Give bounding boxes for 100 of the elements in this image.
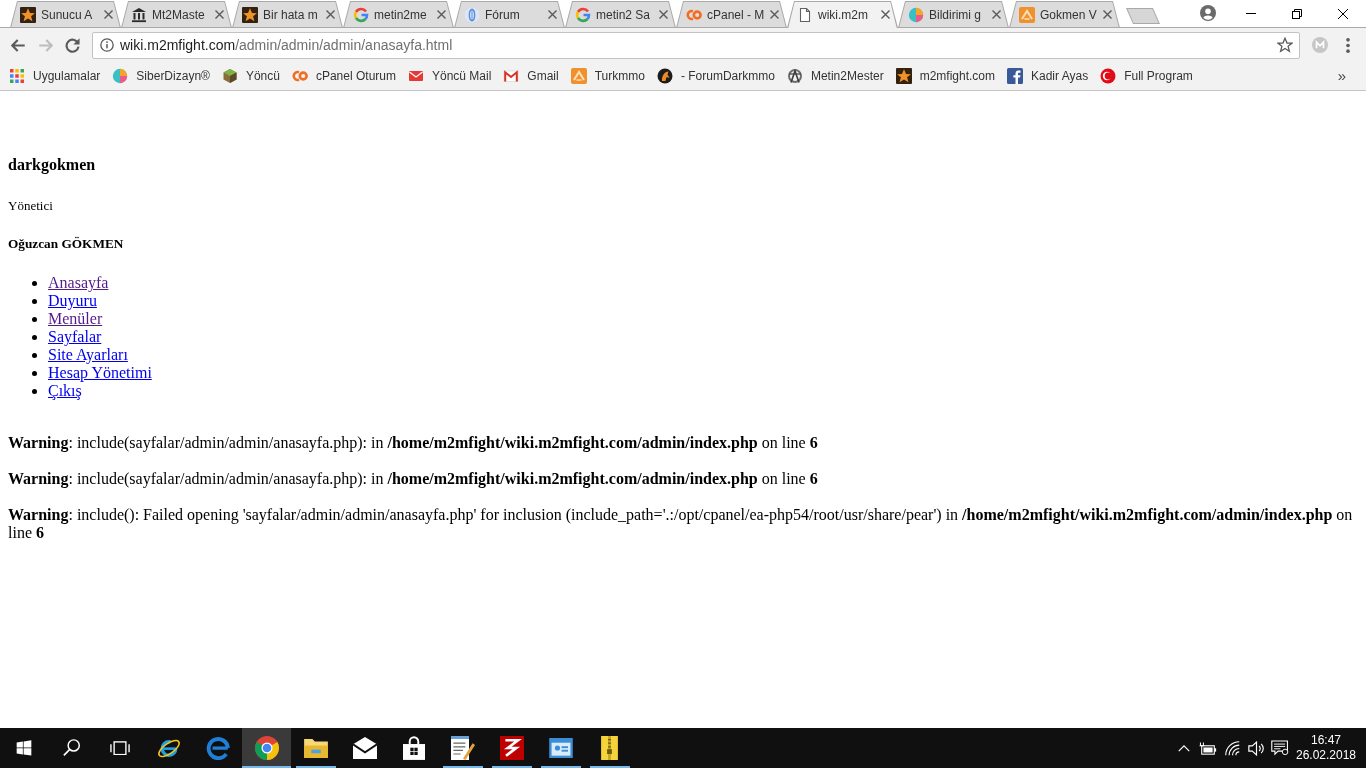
warning-message: Warning: include(sayfalar/admin/admin/anasayfa.php): in /home/m2mfight/wiki.m2mfight.com/admin/index.php on line 6: [8, 434, 819, 452]
info-icon[interactable]: [100, 38, 114, 52]
window-app-icon: [548, 738, 573, 758]
close-icon[interactable]: [770, 10, 779, 19]
close-icon[interactable]: [1103, 10, 1112, 19]
address-bar[interactable]: wiki.m2mfight.com/admin/admin/admin/anasayfa.html: [92, 31, 1300, 59]
star-icon: [20, 6, 36, 23]
restore-icon: [1292, 8, 1302, 19]
nav-link[interactable]: Site Ayarları: [48, 346, 128, 364]
browser-tab[interactable]: metin2 Sa: [565, 1, 676, 28]
close-icon[interactable]: [548, 10, 557, 19]
close-icon[interactable]: [881, 10, 890, 19]
shopping-bag-icon: [402, 736, 425, 760]
emblem-icon: [786, 68, 803, 84]
browser-tab[interactable]: Fórum: [454, 1, 565, 28]
round-logo-icon: [656, 68, 673, 84]
nav-link[interactable]: Sayfalar: [48, 328, 102, 346]
circle-logo-icon: [908, 6, 924, 23]
windows-logo-icon: [16, 740, 32, 756]
chevron-up-icon[interactable]: [1178, 744, 1190, 752]
bullet-icon: [32, 298, 37, 304]
bullet-icon: [32, 280, 37, 286]
bookmark-item[interactable]: Yöncü Mail: [402, 64, 498, 88]
browser-tab[interactable]: Mt2Maste: [121, 1, 232, 28]
taskbar-app-button[interactable]: [242, 728, 291, 768]
browser-tab[interactable]: metin2me: [343, 1, 454, 28]
document-icon: [797, 6, 813, 23]
star-icon: [895, 68, 912, 84]
browser-tab[interactable]: cPanel - M: [676, 1, 787, 28]
bookmark-item[interactable]: Gmail: [497, 64, 565, 88]
star-outline-icon[interactable]: [1277, 37, 1293, 53]
envelope-icon: [408, 68, 424, 84]
bullet-icon: [32, 370, 37, 376]
browser-tab[interactable]: Bir hata m: [232, 1, 343, 28]
browser-tab[interactable]: Bildirimi g: [898, 1, 1009, 28]
volume-icon[interactable]: [1247, 740, 1265, 756]
account-icon[interactable]: [1200, 5, 1216, 21]
full-name-text: Oğuzcan GÖKMEN: [8, 236, 124, 251]
building-icon: [131, 6, 147, 23]
edge-icon: [205, 736, 230, 760]
notification-icon[interactable]: [1271, 740, 1289, 756]
cpanel-icon: [291, 68, 308, 84]
nav-link[interactable]: Hesap Yönetimi: [48, 364, 152, 382]
username-heading: darkgokmen: [8, 156, 96, 174]
battery-icon[interactable]: [1199, 741, 1217, 755]
bullet-icon: [32, 388, 37, 394]
reload-icon: [65, 37, 80, 53]
tile-logo-icon: [1019, 6, 1035, 23]
task-view-icon: [110, 740, 130, 756]
close-icon[interactable]: [437, 10, 446, 19]
facebook-icon: [1007, 68, 1023, 84]
cube-icon: [221, 68, 238, 84]
arrow-left-icon: [11, 38, 26, 52]
close-icon: [1338, 8, 1348, 19]
filezilla-icon: [499, 736, 524, 760]
tile-logo-icon: [570, 68, 587, 84]
minimize-icon: [1246, 13, 1256, 14]
bullet-icon: [32, 352, 37, 358]
nav-link[interactable]: Duyuru: [48, 292, 97, 310]
nav-link[interactable]: Menüler: [48, 310, 103, 328]
envelope-icon: [352, 737, 377, 759]
crescent-icon: [1100, 68, 1117, 84]
bookmark-item[interactable]: Uygulamalar: [3, 64, 107, 88]
notepad-icon: [450, 736, 475, 760]
apps-grid-icon: [9, 68, 25, 84]
warning-message: Warning: include(): Failed opening 'sayfalar/admin/admin/anasayfa.php' for inclusion (include_path='.:/opt/cpanel/ea-php54/root/usr/share/pear') in /home/m2mfight/wiki.m2mfight.com/admin/index.php on line 6: [8, 506, 1354, 542]
bookmark-item[interactable]: Metin2Mester: [780, 64, 890, 88]
bookmark-item[interactable]: cPanel Oturum: [285, 64, 402, 88]
bookmark-item[interactable]: Yöncü: [215, 64, 286, 88]
nav-link[interactable]: Çıkış: [48, 382, 82, 400]
browser-tab[interactable]: wiki.m2m: [787, 1, 898, 28]
folder-icon: [303, 738, 328, 758]
star-icon: [242, 6, 258, 23]
bullet-icon: [32, 334, 37, 340]
bookmark-item[interactable]: Full Program: [1094, 64, 1199, 88]
warning-message: Warning: include(sayfalar/admin/admin/anasayfa.php): in /home/m2mfight/wiki.m2mfight.com/admin/index.php on line 6: [8, 470, 819, 488]
close-icon[interactable]: [326, 10, 335, 19]
zip-archive-icon: [601, 736, 618, 760]
wifi-icon[interactable]: [1224, 740, 1240, 756]
arrow-right-icon: [38, 38, 53, 52]
bookmark-item[interactable]: SiberDizayn®: [106, 64, 216, 88]
close-icon[interactable]: [215, 10, 224, 19]
gmail-icon: [503, 68, 520, 84]
close-icon[interactable]: [992, 10, 1001, 19]
bullet-icon: [32, 316, 37, 322]
bookmark-item[interactable]: Kadir Ayas: [1001, 64, 1095, 88]
browser-tab[interactable]: Gokmen V: [1009, 1, 1120, 28]
bookmark-item[interactable]: Turkmmo: [564, 64, 651, 88]
close-icon[interactable]: [104, 10, 113, 19]
google-icon: [575, 6, 591, 23]
menu-icon: [1345, 37, 1350, 53]
circle-logo-icon: [112, 68, 129, 84]
browser-tab[interactable]: Sunucu A: [10, 1, 121, 28]
oval-logo-icon: [464, 6, 480, 23]
bookmark-item[interactable]: m2mfight.com: [889, 64, 1001, 88]
close-icon[interactable]: [659, 10, 668, 19]
bookmark-item[interactable]: - ForumDarkmmo: [650, 64, 781, 88]
clock-button[interactable]: 16:47 26.02.2018: [1292, 728, 1360, 768]
nav-link[interactable]: Anasayfa: [48, 274, 109, 292]
more-bookmarks-button[interactable]: »: [1333, 64, 1350, 88]
